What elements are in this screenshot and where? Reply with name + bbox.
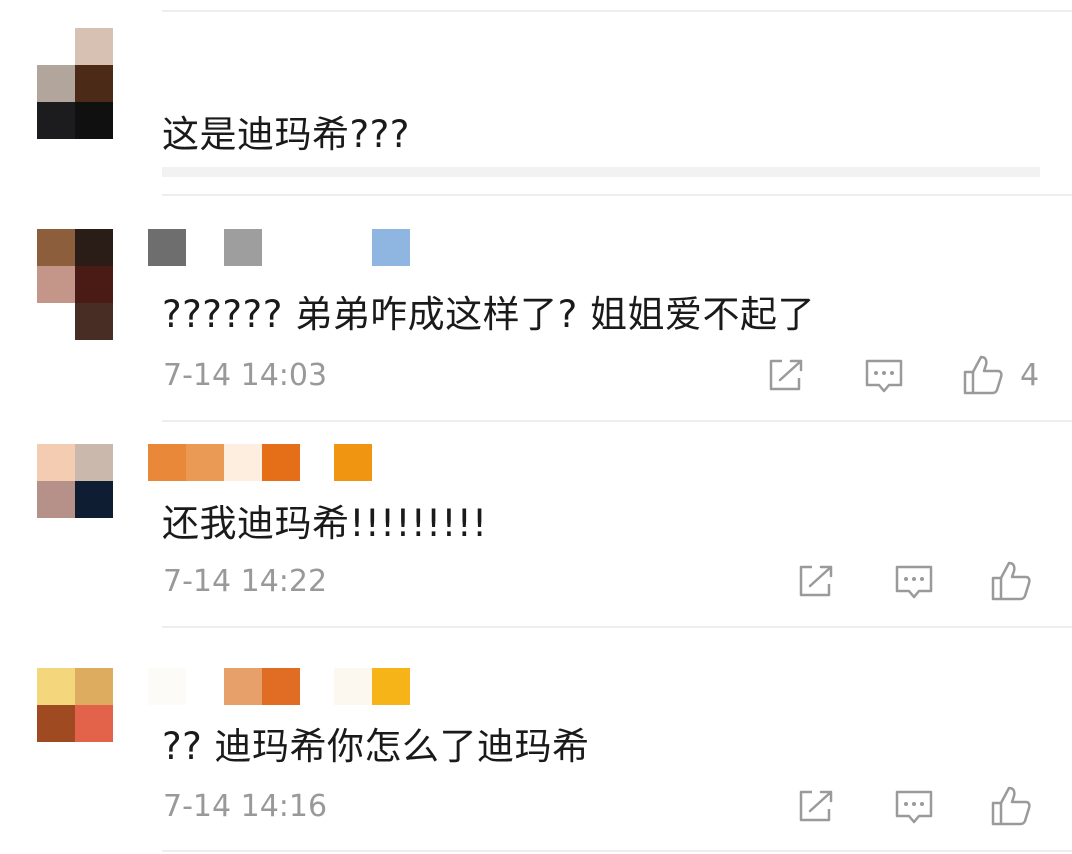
- comment-text: 还我迪玛希!!!!!!!!!: [162, 502, 488, 545]
- avatar[interactable]: [37, 668, 113, 780]
- divider: [162, 10, 1072, 12]
- share-icon[interactable]: [796, 789, 836, 825]
- comment-icon[interactable]: [864, 358, 904, 396]
- avatar[interactable]: [37, 28, 113, 140]
- like-count: 4: [1020, 358, 1040, 393]
- divider: [162, 194, 1072, 196]
- reply-placeholder-bar: [162, 167, 1040, 177]
- avatar[interactable]: [37, 444, 113, 556]
- share-icon[interactable]: [766, 358, 806, 394]
- divider: [162, 850, 1072, 852]
- timestamp: 7-14 14:03: [163, 358, 328, 393]
- comment-icon[interactable]: [894, 789, 934, 827]
- share-icon[interactable]: [796, 564, 836, 600]
- timestamp: 7-14 14:22: [163, 564, 328, 599]
- divider: [162, 420, 1072, 422]
- avatar[interactable]: [37, 229, 113, 341]
- divider: [162, 626, 1072, 628]
- username-pixelated[interactable]: [148, 668, 410, 705]
- comment-text: ?? 迪玛希你怎么了迪玛希: [162, 725, 590, 768]
- timestamp: 7-14 14:16: [163, 789, 328, 824]
- thumbs-up-icon[interactable]: [962, 354, 1004, 396]
- thumbs-up-icon[interactable]: [990, 560, 1032, 602]
- comment-text: 这是迪玛希???: [162, 113, 410, 156]
- username-pixelated[interactable]: [148, 229, 410, 266]
- comment-text: ?????? 弟弟咋成这样了? 姐姐爱不起了: [162, 293, 815, 336]
- username-pixelated[interactable]: [148, 444, 372, 481]
- thumbs-up-icon[interactable]: [990, 785, 1032, 827]
- comment-icon[interactable]: [894, 564, 934, 602]
